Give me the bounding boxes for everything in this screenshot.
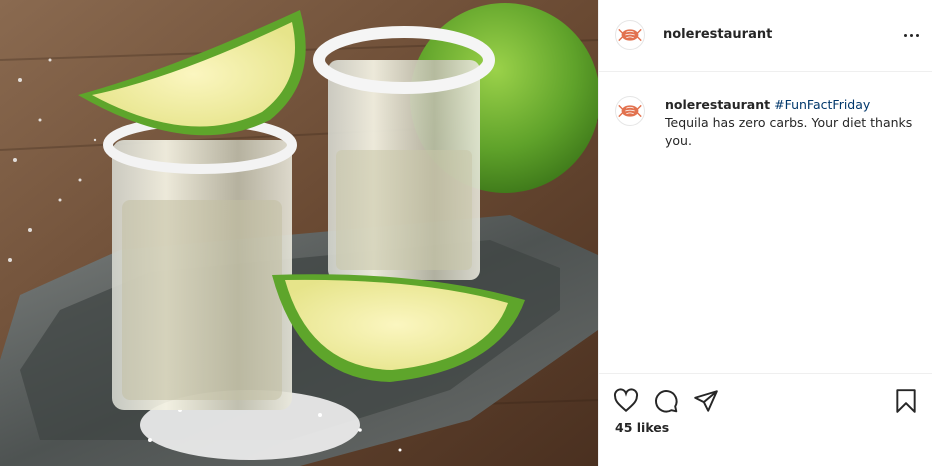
likes-count[interactable]: 45 likes bbox=[615, 420, 669, 435]
post-details-panel: nolerestaurant nolerestaurant #FunFactFr… bbox=[598, 0, 932, 466]
post-header: nolerestaurant bbox=[599, 0, 932, 72]
caption-text: nolerestaurant #FunFactFriday Tequila ha… bbox=[665, 96, 917, 150]
lobster-logo-icon[interactable] bbox=[615, 96, 645, 126]
post-username[interactable]: nolerestaurant bbox=[663, 27, 772, 42]
caption-body: Tequila has zero carbs. Your diet thanks… bbox=[665, 115, 913, 148]
caption-username[interactable]: nolerestaurant bbox=[665, 97, 770, 112]
lobster-logo-icon[interactable] bbox=[615, 20, 645, 50]
post-image[interactable] bbox=[0, 0, 598, 466]
comment-icon[interactable] bbox=[653, 388, 679, 414]
heart-icon[interactable] bbox=[613, 388, 639, 414]
share-icon[interactable] bbox=[693, 388, 719, 414]
caption-hashtag[interactable]: #FunFactFriday bbox=[774, 97, 870, 112]
tequila-photo bbox=[0, 0, 598, 466]
more-options-icon[interactable] bbox=[899, 26, 923, 44]
post-actions: 45 likes bbox=[599, 373, 932, 466]
post-caption: nolerestaurant #FunFactFriday Tequila ha… bbox=[615, 96, 917, 150]
bookmark-icon[interactable] bbox=[893, 388, 919, 414]
